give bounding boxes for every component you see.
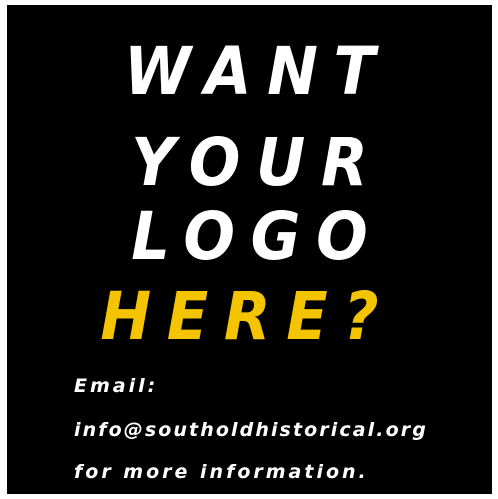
closing-text: for more information. bbox=[74, 461, 369, 483]
headline-here: HERE? bbox=[100, 278, 395, 355]
ad-panel: WANT YOUR LOGO HERE? Email: info@southol… bbox=[7, 5, 492, 494]
email-label: Email: bbox=[74, 375, 159, 397]
headline-your: YOUR bbox=[131, 124, 384, 201]
email-address[interactable]: info@southoldhistorical.org bbox=[74, 421, 428, 440]
headline-logo: LOGO bbox=[131, 198, 384, 275]
headline-want: WANT bbox=[124, 33, 391, 110]
